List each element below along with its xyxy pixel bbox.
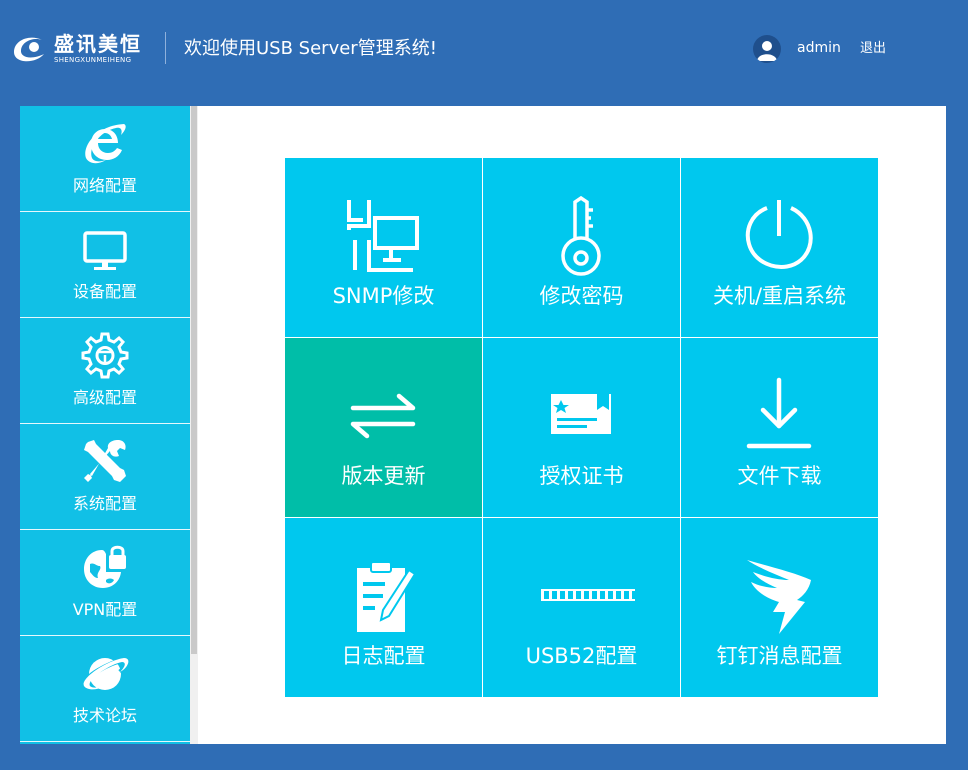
function-grid: SNMP修改 修改密码 关机/重启系统 版本更新 授权证书 文件下载 日志配置 …: [285, 158, 878, 697]
user-avatar-icon[interactable]: [753, 35, 781, 63]
tile-label: 日志配置: [341, 644, 426, 668]
logout-link[interactable]: 退出: [860, 39, 886, 59]
ie-icon: [85, 124, 126, 164]
clipboard-edit-icon: [357, 561, 417, 632]
tile-dingtalk-config[interactable]: 钉钉消息配置: [681, 518, 878, 697]
logo-swirl-icon: [14, 37, 44, 62]
sidebar-item-label: 设备配置: [72, 282, 137, 301]
tile-usb52-config[interactable]: USB52配置: [483, 518, 680, 697]
tools-icon: [84, 440, 126, 482]
tile-label: 授权证书: [539, 464, 624, 488]
key-icon: [561, 196, 601, 276]
username-label: admin: [797, 40, 841, 56]
tile-file-download[interactable]: 文件下载: [681, 338, 878, 517]
tile-label: 文件下载: [737, 464, 822, 488]
sidebar-item-network[interactable]: 网络配置: [20, 106, 190, 212]
planet-icon: [83, 657, 130, 690]
gear-icon: [81, 332, 129, 379]
download-icon: [746, 377, 812, 449]
sidebar-item-forum[interactable]: 技术论坛: [20, 636, 190, 742]
tile-label: 版本更新: [341, 464, 426, 488]
sidebar-item-system[interactable]: 系统配置: [20, 424, 190, 530]
welcome-title: 欢迎使用USB Server管理系统!: [184, 38, 437, 59]
monitor-icon: [83, 231, 127, 270]
globe-lock-icon: [84, 545, 126, 588]
tile-snmp[interactable]: SNMP修改: [285, 158, 482, 337]
sidebar-item-device[interactable]: 设备配置: [20, 212, 190, 318]
tile-license-certificate[interactable]: 授权证书: [483, 338, 680, 517]
dingtalk-icon: [747, 560, 811, 634]
sidebar-item-vpn[interactable]: VPN配置: [20, 530, 190, 636]
tile-version-update[interactable]: 版本更新: [285, 338, 482, 517]
tile-label: 关机/重启系统: [712, 284, 847, 308]
tile-change-password[interactable]: 修改密码: [483, 158, 680, 337]
sidebar-item-label: 系统配置: [72, 494, 137, 513]
swap-arrows-icon: [350, 393, 416, 439]
power-icon: [745, 200, 813, 269]
sidebar-item-label: 高级配置: [72, 388, 137, 407]
certificate-icon: [551, 394, 611, 434]
tile-label: SNMP修改: [332, 284, 435, 308]
tile-label: 修改密码: [539, 284, 624, 308]
sidebar-item-label: 网络配置: [72, 176, 137, 195]
tile-label: USB52配置: [525, 644, 638, 668]
usb-hub-icon: [541, 589, 635, 601]
header-divider: [165, 32, 166, 64]
sidebar-nav: 网络配置 设备配置 高级配置 系统配置 VPN配置 技术论坛: [20, 106, 190, 744]
logo-english-name: SHENGXUNMEIHENG: [54, 56, 132, 64]
tile-label: 钉钉消息配置: [716, 644, 843, 668]
sidebar-item-label: VPN配置: [72, 600, 138, 619]
tile-shutdown-restart[interactable]: 关机/重启系统: [681, 158, 878, 337]
snmp-network-icon: [347, 200, 419, 272]
main-content: SNMP修改 修改密码 关机/重启系统 版本更新 授权证书 文件下载 日志配置 …: [198, 106, 946, 744]
company-logo: 盛讯美恒 SHENGXUNMEIHENG: [10, 30, 150, 70]
logo-chinese-name: 盛讯美恒: [54, 32, 142, 56]
sidebar-scrollbar-thumb[interactable]: [191, 106, 197, 654]
top-header: 盛讯美恒 SHENGXUNMEIHENG 欢迎使用USB Server管理系统!…: [0, 0, 968, 100]
tile-log-config[interactable]: 日志配置: [285, 518, 482, 697]
sidebar-item-advanced[interactable]: 高级配置: [20, 318, 190, 424]
sidebar-item-label: 技术论坛: [72, 706, 137, 725]
